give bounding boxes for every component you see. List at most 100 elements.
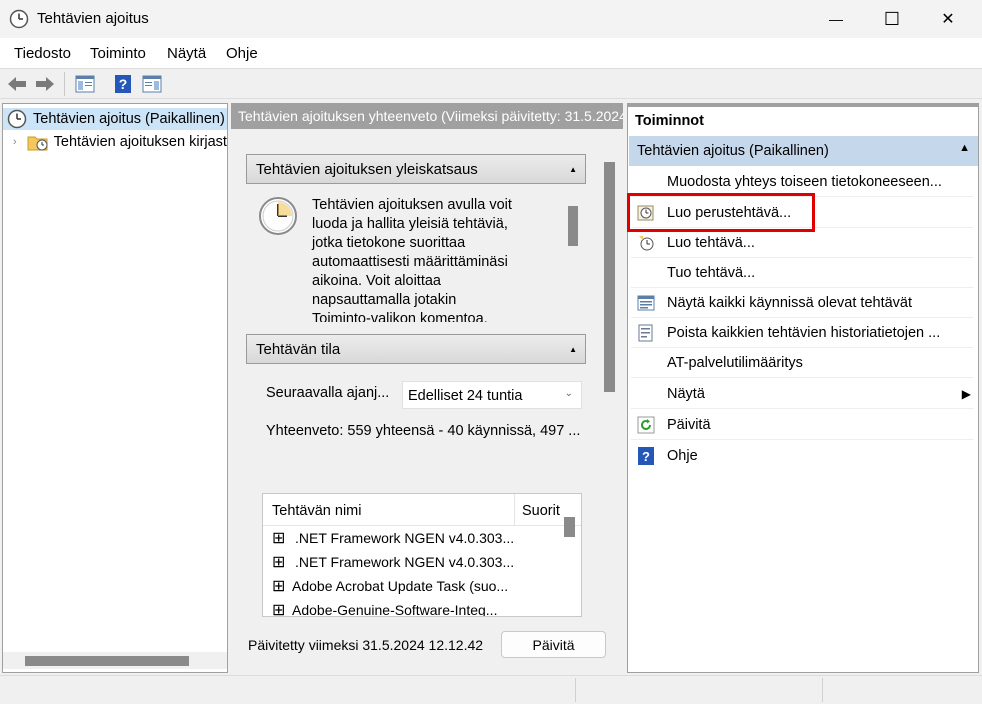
period-select-value: Edelliset 24 tuntia [408, 388, 523, 404]
task-name: .NET Framework NGEN v4.0.303... [295, 530, 515, 546]
middle-scrollbar-thumb[interactable] [604, 162, 615, 392]
action-show-running-tasks[interactable]: Näytä kaikki käynnissä olevat tehtävät [631, 288, 973, 318]
maximize-button[interactable]: ☐ [864, 0, 920, 38]
expand-plus-icon[interactable]: ⊞ [272, 600, 285, 616]
period-label: Seuraavalla ajanj... [266, 385, 390, 401]
show-hide-console-tree-icon[interactable] [74, 73, 96, 95]
show-hide-action-pane-icon[interactable] [141, 73, 163, 95]
table-scrollbar-thumb[interactable] [564, 517, 575, 537]
action-view-submenu[interactable]: Näytä ▶ [631, 379, 973, 409]
clock-icon [258, 196, 298, 236]
menu-tiedosto[interactable]: Tiedosto [14, 45, 71, 62]
overview-content: Tehtävien ajoituksen avulla voit luoda j… [246, 184, 586, 322]
action-clear-history[interactable]: Poista kaikkien tehtävien historiatietoj… [631, 318, 973, 348]
action-create-task[interactable]: Luo tehtävä... [631, 228, 973, 258]
action-label: Näytä [667, 385, 705, 402]
refresh-button-label: Päivitä [532, 636, 575, 653]
expand-plus-icon[interactable]: ⊞ [272, 576, 285, 596]
scrollbar-thumb[interactable] [25, 656, 189, 666]
table-row[interactable]: ⊞ .NET Framework NGEN v4.0.303... [263, 552, 559, 576]
tree-item-root-label: Tehtävien ajoitus (Paikallinen) [33, 111, 225, 127]
period-select[interactable]: Edelliset 24 tuntia ⌄ [402, 381, 582, 409]
clock-icon [7, 109, 27, 129]
action-label: Luo tehtävä... [667, 234, 755, 251]
summary-text: Yhteenveto: 559 yhteensä - 40 käynnissä,… [266, 423, 581, 439]
svg-text:?: ? [119, 76, 128, 92]
submenu-arrow-icon: ▶ [961, 386, 971, 401]
forward-arrow-icon[interactable] [34, 73, 56, 95]
history-icon [637, 324, 655, 342]
status-bar [0, 675, 982, 704]
column-header-status[interactable]: Suorit [522, 503, 560, 519]
table-row[interactable]: ⊞ .NET Framework NGEN v4.0.303... [263, 528, 559, 552]
overview-line: aikoina. Voit aloittaa [312, 273, 441, 289]
back-arrow-icon[interactable] [6, 73, 28, 95]
action-label: Päivitä [667, 416, 711, 433]
menu-toiminto[interactable]: Toiminto [90, 45, 146, 62]
overview-text: Tehtävien ajoituksen avulla voit luoda j… [312, 196, 552, 322]
summary-header: Tehtävien ajoituksen yhteenveto (Viimeks… [231, 103, 623, 129]
close-icon: ✕ [941, 11, 955, 28]
action-label: Tuo tehtävä... [667, 264, 756, 281]
status-divider [575, 678, 576, 702]
close-button[interactable]: ✕ [920, 0, 976, 38]
action-label: Ohje [667, 448, 698, 464]
action-at-service-account[interactable]: AT-palvelutilimääritys [631, 348, 973, 378]
action-help[interactable]: ? Ohje [631, 441, 973, 471]
running-tasks-icon [637, 294, 655, 312]
table-row[interactable]: ⊞ Adobe-Genuine-Software-Integ... [263, 600, 559, 616]
toolbar-separator [64, 72, 65, 96]
maximize-icon: ☐ [883, 8, 901, 29]
help-icon[interactable]: ? [112, 73, 134, 95]
chevron-right-icon[interactable]: › [13, 136, 17, 148]
table-header-row: Tehtävän nimi Suorit [263, 494, 581, 526]
refresh-icon [637, 416, 655, 434]
refresh-button[interactable]: Päivitä [501, 631, 606, 658]
last-updated-text: Päivitetty viimeksi 31.5.2024 12.12.42 [248, 637, 484, 653]
window-title: Tehtävien ajoitus [37, 10, 149, 27]
column-header-name[interactable]: Tehtävän nimi [272, 503, 361, 519]
expand-plus-icon[interactable]: ⊞ [272, 528, 285, 548]
overview-line: jotka tietokone suorittaa [312, 235, 466, 251]
menu-bar [0, 38, 982, 68]
clock-icon [9, 9, 29, 29]
action-label: AT-palvelutilimääritys [667, 354, 803, 371]
overview-line: Tehtävien ajoituksen avulla voit [312, 197, 512, 213]
overview-line: Toiminto-valikon komentoa. [312, 311, 488, 322]
overview-line: napsauttamalla jotakin [312, 292, 457, 308]
action-import-task[interactable]: Tuo tehtävä... [631, 258, 973, 288]
tree-item-root[interactable]: Tehtävien ajoitus (Paikallinen) [3, 108, 227, 130]
svg-text:?: ? [642, 449, 650, 464]
chevron-down-icon: ⌄ [564, 388, 573, 399]
expand-plus-icon[interactable]: ⊞ [272, 552, 285, 572]
collapse-arrow-icon[interactable]: ▲ [569, 345, 577, 354]
tree-item-library[interactable]: › Tehtävien ajoituksen kirjasto [3, 131, 227, 153]
collapse-arrow-icon[interactable]: ▲ [959, 142, 970, 154]
horizontal-scrollbar[interactable] [3, 652, 227, 669]
table-row[interactable]: ⊞ Adobe Acrobat Update Task (suo... [263, 576, 559, 600]
minimize-button[interactable]: — [808, 0, 864, 38]
status-divider [822, 678, 823, 702]
collapse-arrow-icon[interactable]: ▲ [569, 165, 577, 174]
overview-line: automaattisesti määrittäminäsi [312, 254, 508, 270]
overview-line: luoda ja hallita yleisiä tehtäviä, [312, 216, 508, 232]
menu-ohje[interactable]: Ohje [226, 45, 258, 62]
action-refresh[interactable]: Päivitä [631, 410, 973, 440]
status-section-header[interactable]: Tehtävän tila ▲ [246, 334, 586, 364]
overview-scrollbar-thumb[interactable] [568, 206, 578, 246]
status-section-title: Tehtävän tila [256, 341, 341, 358]
action-label: Muodosta yhteys toiseen tietokoneeseen..… [667, 173, 942, 190]
minimize-icon: — [829, 11, 843, 27]
console-tree: Tehtävien ajoitus (Paikallinen) › Tehtäv… [2, 103, 228, 673]
folder-clock-icon [27, 132, 49, 152]
overview-section-header[interactable]: Tehtävien ajoituksen yleiskatsaus ▲ [246, 154, 586, 184]
actions-title: Toiminnot [635, 113, 704, 129]
actions-group-title: Tehtävien ajoitus (Paikallinen) [637, 143, 829, 159]
task-name: .NET Framework NGEN v4.0.303... [295, 554, 515, 570]
action-label: Näytä kaikki käynnissä olevat tehtävät [667, 294, 913, 311]
highlight-box [627, 193, 815, 232]
menu-nayta[interactable]: Näytä [167, 45, 206, 62]
actions-group-header[interactable]: Tehtävien ajoitus (Paikallinen) ▲ [629, 136, 978, 166]
action-label: Poista kaikkien tehtävien historiatietoj… [667, 324, 941, 341]
column-divider[interactable] [514, 494, 515, 526]
